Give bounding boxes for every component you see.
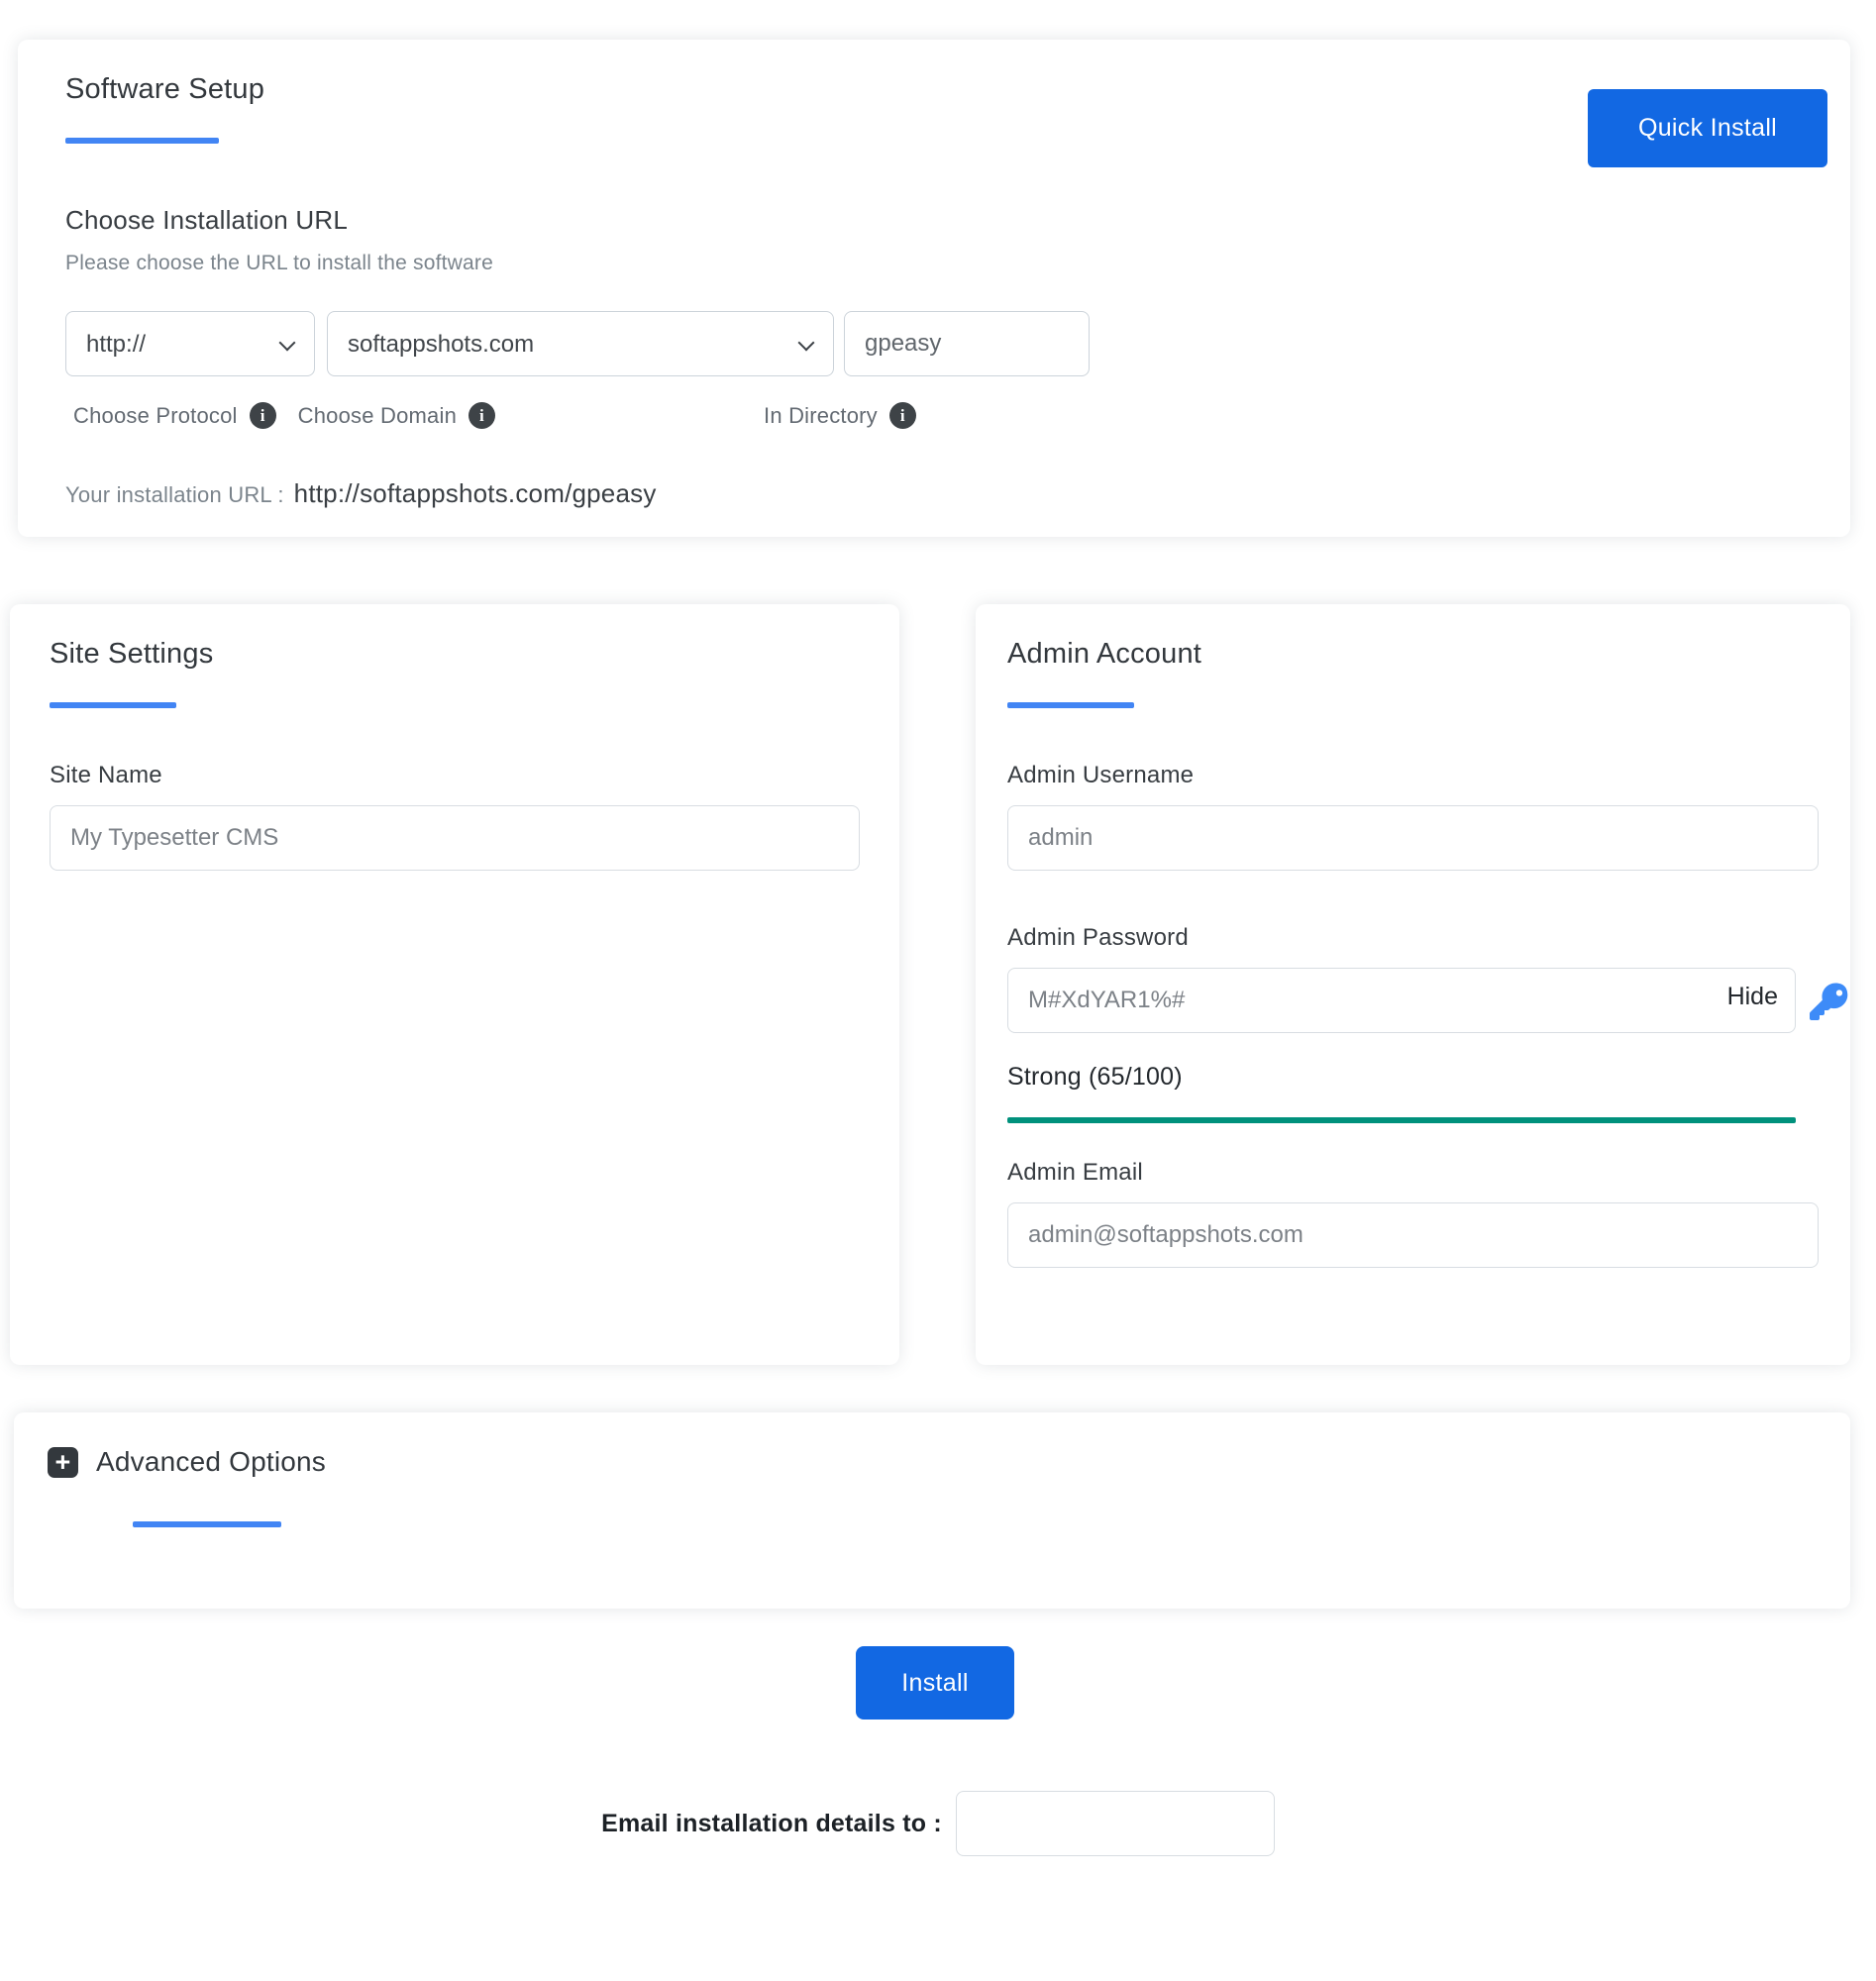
admin-password-label: Admin Password — [1007, 924, 1189, 951]
software-setup-card: Software Setup Quick Install Choose Inst… — [18, 40, 1850, 537]
info-icon[interactable]: i — [888, 402, 916, 429]
advanced-options-title: Advanced Options — [96, 1446, 327, 1477]
your-installation-url-label: Your installation URL : — [65, 482, 284, 507]
title-underline — [1007, 702, 1134, 708]
info-icon[interactable]: i — [469, 402, 496, 429]
domain-select[interactable]: softappshots.com — [327, 311, 834, 376]
directory-input[interactable] — [844, 311, 1090, 376]
your-installation-url-value: http://softappshots.com/gpeasy — [293, 478, 657, 508]
password-strength-bar — [1007, 1117, 1796, 1123]
site-name-input[interactable] — [50, 805, 860, 871]
site-settings-title: Site Settings — [50, 638, 214, 670]
title-underline — [133, 1521, 281, 1527]
choose-protocol-label: Choose Protocol — [73, 402, 238, 428]
admin-email-input[interactable] — [1007, 1202, 1819, 1268]
choose-installation-url-subtitle: Please choose the URL to install the sof… — [65, 252, 493, 274]
email-details-input[interactable] — [955, 1791, 1275, 1856]
domain-select-wrap: softappshots.com — [327, 311, 834, 376]
choose-domain-label: Choose Domain — [297, 402, 458, 428]
admin-username-input[interactable] — [1007, 805, 1819, 871]
hide-password-button[interactable]: Hide — [1727, 983, 1778, 1011]
plus-icon: + — [48, 1446, 78, 1478]
title-underline — [50, 702, 176, 708]
key-icon — [1810, 983, 1849, 1023]
advanced-options-toggle[interactable]: + Advanced Options — [48, 1446, 1817, 1478]
info-icon[interactable]: i — [249, 402, 276, 429]
installation-url-hints-row: Choose Protocol i Choose Domain i In Dir… — [65, 402, 1803, 429]
your-installation-url-row: Your installation URL : http://softappsh… — [65, 478, 1803, 509]
email-details-label: Email installation details to : — [601, 1809, 942, 1837]
admin-email-label: Admin Email — [1007, 1159, 1143, 1186]
admin-password-input[interactable] — [1007, 968, 1796, 1033]
admin-account-title: Admin Account — [1007, 638, 1202, 670]
admin-password-row: Hide — [1007, 968, 1848, 1033]
admin-password-input-wrap: Hide — [1007, 968, 1796, 1033]
generate-password-button[interactable] — [1810, 981, 1849, 1020]
admin-account-card: Admin Account Admin Username Admin Passw… — [976, 604, 1850, 1365]
title-underline — [65, 138, 219, 144]
password-strength-bar-fill — [1007, 1117, 1796, 1123]
admin-username-label: Admin Username — [1007, 762, 1195, 788]
choose-installation-url-title: Choose Installation URL — [65, 205, 348, 235]
email-details-row: Email installation details to : — [0, 1791, 1876, 1856]
site-name-label: Site Name — [50, 762, 162, 788]
installation-url-inputs-row: http:// softappshots.com — [65, 311, 1803, 376]
protocol-select[interactable]: http:// — [65, 311, 315, 376]
password-strength-text: Strong (65/100) — [1007, 1063, 1183, 1091]
quick-install-button[interactable]: Quick Install — [1588, 89, 1827, 167]
software-setup-title: Software Setup — [65, 73, 265, 105]
install-button[interactable]: Install — [856, 1646, 1014, 1720]
settings-row: Site Settings Site Name Admin Account Ad… — [10, 604, 1850, 1365]
protocol-select-wrap: http:// — [65, 311, 315, 376]
in-directory-label: In Directory — [764, 402, 878, 428]
advanced-options-card: + Advanced Options — [14, 1412, 1850, 1609]
site-settings-card: Site Settings Site Name — [10, 604, 899, 1365]
